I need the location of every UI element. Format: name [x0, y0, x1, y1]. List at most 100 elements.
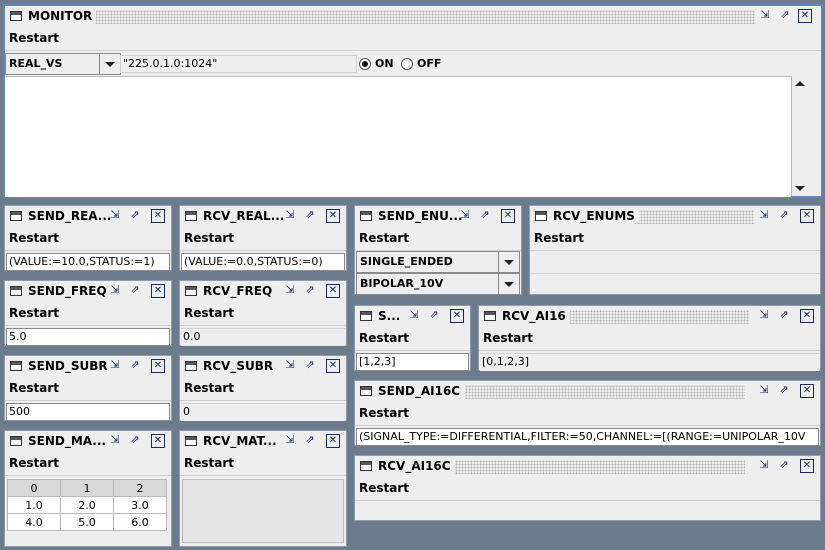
maximize-icon[interactable]: ⇗	[303, 284, 317, 298]
maximize-icon[interactable]: ⇗	[777, 309, 791, 323]
send-enums-titlebar[interactable]: SEND_ENU... ⇲ ⇗ ✕	[355, 206, 521, 228]
send-ai16c-titlebar[interactable]: SEND_AI16C ⇲ ⇗ ✕	[355, 381, 820, 403]
chevron-down-icon[interactable]	[498, 274, 519, 294]
table-cell[interactable]: 4.0	[7, 513, 61, 531]
column-header[interactable]: 0	[7, 479, 61, 497]
restart-menu[interactable]: Restart	[184, 456, 234, 470]
iconify-icon[interactable]: ⇲	[283, 284, 297, 298]
close-icon[interactable]: ✕	[800, 209, 814, 223]
send-freq-titlebar[interactable]: SEND_FREQ ⇲ ⇗ ✕	[5, 281, 171, 303]
iconify-icon[interactable]: ⇲	[108, 284, 122, 298]
restart-menu[interactable]: Restart	[184, 306, 234, 320]
iconify-icon[interactable]: ⇲	[757, 384, 771, 398]
value-field[interactable]: [1,2,3]	[356, 353, 469, 371]
close-icon[interactable]: ✕	[501, 209, 515, 223]
value-field[interactable]: 500	[6, 403, 170, 421]
iconify-icon[interactable]: ⇲	[758, 9, 772, 23]
scroll-down-arrow-icon[interactable]	[795, 186, 805, 191]
rcv-freq-titlebar[interactable]: RCV_FREQ ⇲ ⇗ ✕	[180, 281, 346, 303]
close-icon[interactable]: ✕	[326, 284, 340, 298]
maximize-icon[interactable]: ⇗	[128, 284, 142, 298]
iconify-icon[interactable]: ⇲	[407, 309, 421, 323]
close-icon[interactable]: ✕	[326, 434, 340, 448]
scroll-up-arrow-icon[interactable]	[795, 81, 805, 86]
table-cell[interactable]: 5.0	[60, 513, 114, 531]
send-real-titlebar[interactable]: SEND_REA... ⇲ ⇗ ✕	[5, 206, 171, 228]
restart-menu[interactable]: Restart	[359, 481, 409, 495]
column-header[interactable]: 2	[113, 479, 167, 497]
monitor-output-area[interactable]	[5, 76, 791, 197]
maximize-icon[interactable]: ⇗	[778, 9, 792, 23]
restart-menu[interactable]: Restart	[9, 381, 59, 395]
maximize-icon[interactable]: ⇗	[427, 309, 441, 323]
maximize-icon[interactable]: ⇗	[303, 209, 317, 223]
column-header[interactable]: 1	[60, 479, 114, 497]
iconify-icon[interactable]: ⇲	[283, 434, 297, 448]
restart-menu[interactable]: Restart	[9, 31, 59, 45]
maximize-icon[interactable]: ⇗	[303, 359, 317, 373]
range-select[interactable]: BIPOLAR_10V	[356, 273, 520, 295]
rcv-matrix-titlebar[interactable]: RCV_MAT... ⇲ ⇗ ✕	[180, 431, 346, 453]
iconify-icon[interactable]: ⇲	[458, 209, 472, 223]
close-icon[interactable]: ✕	[151, 284, 165, 298]
iconify-icon[interactable]: ⇲	[108, 434, 122, 448]
vertical-scrollbar[interactable]	[791, 76, 808, 196]
table-cell[interactable]: 6.0	[113, 513, 167, 531]
maximize-icon[interactable]: ⇗	[777, 209, 791, 223]
on-radio[interactable]: ON	[359, 57, 399, 71]
rcv-ai16c-titlebar[interactable]: RCV_AI16C ⇲ ⇗ ✕	[355, 456, 820, 478]
restart-menu[interactable]: Restart	[483, 331, 533, 345]
chevron-down-icon[interactable]	[99, 54, 120, 74]
rcv-enums-titlebar[interactable]: RCV_ENUMS ⇲ ⇗ ✕	[530, 206, 820, 228]
close-icon[interactable]: ✕	[800, 384, 814, 398]
send-matrix-titlebar[interactable]: SEND_MA... ⇲ ⇗ ✕	[5, 431, 171, 453]
rcv-ai16-titlebar[interactable]: RCV_AI16 ⇲ ⇗ ✕	[479, 306, 820, 328]
table-cell[interactable]: 1.0	[7, 496, 61, 514]
send-subr-titlebar[interactable]: SEND_SUBR ⇲ ⇗ ✕	[5, 356, 171, 378]
table-cell[interactable]: 3.0	[113, 496, 167, 514]
value-field[interactable]: (SIGNAL_TYPE:=DIFFERENTIAL,FILTER:=50,CH…	[356, 428, 819, 446]
type-select[interactable]: REAL_VS	[5, 53, 121, 75]
rcv-real-titlebar[interactable]: RCV_REAL... ⇲ ⇗ ✕	[180, 206, 346, 228]
restart-menu[interactable]: Restart	[534, 231, 584, 245]
off-radio[interactable]: OFF	[401, 57, 445, 71]
close-icon[interactable]: ✕	[800, 309, 814, 323]
signal-type-select[interactable]: SINGLE_ENDED	[356, 251, 520, 273]
close-icon[interactable]: ✕	[800, 459, 814, 473]
restart-menu[interactable]: Restart	[359, 406, 409, 420]
close-icon[interactable]: ✕	[798, 9, 812, 23]
maximize-icon[interactable]: ⇗	[777, 384, 791, 398]
close-icon[interactable]: ✕	[151, 359, 165, 373]
maximize-icon[interactable]: ⇗	[777, 459, 791, 473]
value-field[interactable]: (VALUE:=0.0,STATUS:=0)	[181, 253, 345, 271]
value-field[interactable]: (VALUE:=10.0,STATUS:=1)	[6, 253, 170, 271]
iconify-icon[interactable]: ⇲	[283, 359, 297, 373]
maximize-icon[interactable]: ⇗	[128, 209, 142, 223]
iconify-icon[interactable]: ⇲	[757, 209, 771, 223]
close-icon[interactable]: ✕	[151, 434, 165, 448]
iconify-icon[interactable]: ⇲	[108, 209, 122, 223]
send-ai16-titlebar[interactable]: S... ⇲ ⇗ ✕	[355, 306, 470, 328]
iconify-icon[interactable]: ⇲	[757, 459, 771, 473]
maximize-icon[interactable]: ⇗	[128, 359, 142, 373]
table-cell[interactable]: 2.0	[60, 496, 114, 514]
iconify-icon[interactable]: ⇲	[283, 209, 297, 223]
maximize-icon[interactable]: ⇗	[128, 434, 142, 448]
restart-menu[interactable]: Restart	[184, 231, 234, 245]
iconify-icon[interactable]: ⇲	[757, 309, 771, 323]
iconify-icon[interactable]: ⇲	[108, 359, 122, 373]
close-icon[interactable]: ✕	[326, 209, 340, 223]
restart-menu[interactable]: Restart	[359, 231, 409, 245]
maximize-icon[interactable]: ⇗	[303, 434, 317, 448]
restart-menu[interactable]: Restart	[9, 306, 59, 320]
restart-menu[interactable]: Restart	[359, 331, 409, 345]
matrix-table[interactable]: 0 1 2 1.0 2.0 3.0 4.0 5.0 6.0	[7, 479, 167, 531]
value-field[interactable]: 5.0	[6, 328, 170, 346]
close-icon[interactable]: ✕	[326, 359, 340, 373]
maximize-icon[interactable]: ⇗	[478, 209, 492, 223]
close-icon[interactable]: ✕	[151, 209, 165, 223]
restart-menu[interactable]: Restart	[9, 231, 59, 245]
chevron-down-icon[interactable]	[498, 252, 519, 272]
restart-menu[interactable]: Restart	[184, 381, 234, 395]
rcv-subr-titlebar[interactable]: RCV_SUBR ⇲ ⇗ ✕	[180, 356, 346, 378]
